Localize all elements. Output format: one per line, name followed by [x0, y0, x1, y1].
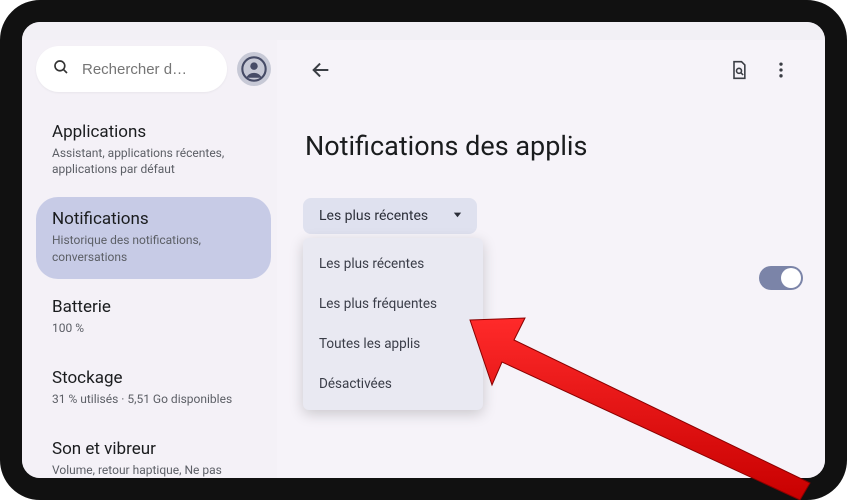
sidebar-item-title: Applications — [52, 122, 255, 142]
filter-option-disabled[interactable]: Désactivées — [303, 364, 483, 404]
sidebar-item-title: Batterie — [52, 297, 255, 317]
sidebar-item-applications[interactable]: Applications Assistant, applications réc… — [36, 110, 271, 191]
sidebar-item-storage[interactable]: Stockage 31 % utilisés · 5,51 Go disponi… — [36, 356, 271, 421]
settings-sidebar: Applications Assistant, applications réc… — [22, 40, 277, 478]
sidebar-item-notifications[interactable]: Notifications Historique des notificatio… — [36, 197, 271, 278]
sidebar-item-title: Stockage — [52, 368, 255, 388]
search-icon — [52, 58, 70, 80]
sidebar-item-sub: 100 % — [52, 320, 255, 336]
sidebar-item-title: Notifications — [52, 209, 255, 229]
filter-dropdown-menu: Les plus récentes Les plus fréquentes To… — [303, 238, 483, 410]
account-avatar[interactable] — [237, 52, 271, 86]
tablet-frame: Applications Assistant, applications réc… — [0, 0, 847, 500]
filter-option-all-apps[interactable]: Toutes les applis — [303, 324, 483, 364]
sidebar-item-sub: Volume, retour haptique, Ne pas déranger — [52, 462, 255, 478]
search-row — [36, 46, 271, 92]
overflow-menu-button[interactable] — [763, 52, 799, 88]
find-in-page-button[interactable] — [721, 52, 757, 88]
sidebar-item-battery[interactable]: Batterie 100 % — [36, 285, 271, 350]
filter-option-frequent[interactable]: Les plus fréquentes — [303, 284, 483, 324]
search-container[interactable] — [36, 46, 227, 92]
filter-dropdown-button[interactable]: Les plus récentes — [303, 198, 477, 234]
chevron-down-icon — [452, 208, 463, 224]
tablet-notch — [379, 0, 469, 20]
content-area: Applications Assistant, applications réc… — [22, 40, 825, 478]
main-panel: Notifications des applis Les plus récent… — [277, 40, 825, 478]
sidebar-item-sound[interactable]: Son et vibreur Volume, retour haptique, … — [36, 427, 271, 478]
sidebar-item-sub: Assistant, applications récentes, applic… — [52, 145, 255, 177]
sidebar-item-sub: 31 % utilisés · 5,51 Go disponibles — [52, 391, 255, 407]
filter-dropdown-label: Les plus récentes — [319, 208, 428, 224]
page-title: Notifications des applis — [305, 130, 799, 162]
main-header — [303, 50, 799, 90]
header-actions — [721, 52, 799, 88]
notifications-toggle[interactable] — [759, 266, 803, 290]
status-bar — [22, 22, 825, 40]
search-input[interactable] — [82, 61, 211, 78]
back-button[interactable] — [303, 52, 339, 88]
sidebar-item-sub: Historique des notifications, conversati… — [52, 232, 255, 264]
sidebar-item-title: Son et vibreur — [52, 439, 255, 459]
filter-option-recent[interactable]: Les plus récentes — [303, 244, 483, 284]
